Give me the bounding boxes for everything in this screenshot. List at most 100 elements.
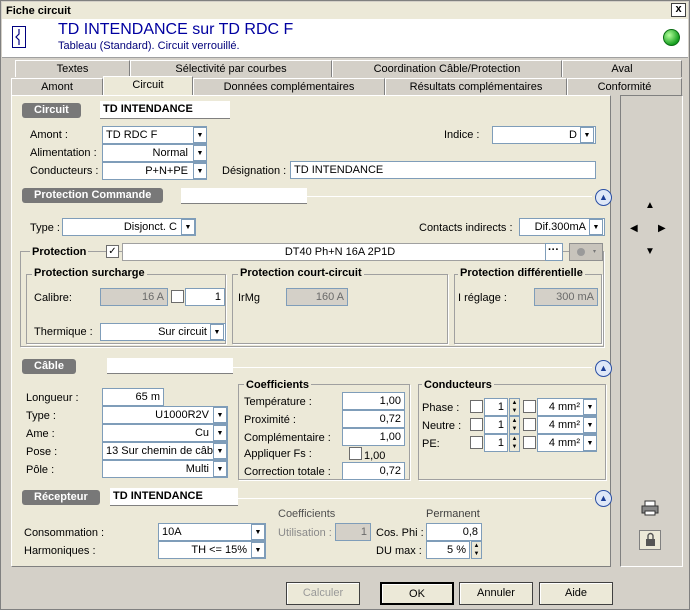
type-protection-select[interactable]: Disjonct. C bbox=[62, 218, 196, 236]
phase-checkbox[interactable] bbox=[470, 400, 483, 413]
chevron-down-icon[interactable]: ▼ bbox=[193, 145, 207, 161]
tab-donnees-complementaires[interactable]: Données complémentaires bbox=[193, 78, 385, 95]
chevron-down-icon[interactable]: ▼ bbox=[193, 127, 207, 143]
pe-checkbox[interactable] bbox=[470, 436, 483, 449]
ok-button[interactable]: OK bbox=[380, 582, 454, 605]
calibre-checkbox[interactable] bbox=[171, 290, 184, 303]
temperature-label: Température : bbox=[244, 396, 312, 408]
spinner-icon[interactable]: ▲ ▼ bbox=[509, 398, 520, 416]
cos-phi-input[interactable]: 0,8 bbox=[426, 523, 482, 541]
differentielle-group bbox=[454, 274, 602, 344]
neutre-section-checkbox[interactable] bbox=[523, 418, 536, 431]
alimentation-select[interactable]: Normal bbox=[102, 144, 207, 162]
chevron-down-icon[interactable]: ▼ bbox=[583, 417, 597, 433]
header: TD INTENDANCE sur TD RDC F Tableau (Stan… bbox=[2, 20, 688, 58]
indice-label: Indice : bbox=[444, 129, 480, 141]
collapse-up-icon[interactable]: ▲ bbox=[595, 490, 612, 507]
chevron-down-icon[interactable]: ▼ bbox=[213, 425, 227, 441]
protection-tool-icon[interactable] bbox=[569, 243, 603, 261]
spinner-icon[interactable]: ▲ ▼ bbox=[471, 541, 482, 559]
pe-section-checkbox[interactable] bbox=[523, 436, 536, 449]
protection-checkbox[interactable]: ✓ bbox=[106, 245, 119, 258]
amont-select[interactable]: TD RDC F bbox=[102, 126, 207, 144]
chevron-down-icon[interactable]: ▼ bbox=[181, 219, 195, 235]
collapse-up-icon[interactable]: ▲ bbox=[595, 360, 612, 377]
consommation-label: Consommation : bbox=[24, 527, 105, 539]
pose-select[interactable]: 13 Sur chemin de câb bbox=[102, 442, 228, 460]
arrow-right-icon[interactable]: ▶ bbox=[658, 223, 666, 234]
cable-field bbox=[107, 358, 233, 374]
phase-count[interactable]: 1 bbox=[484, 398, 508, 416]
chevron-down-icon[interactable]: ▼ bbox=[583, 399, 597, 415]
section-circuit: Circuit bbox=[22, 103, 81, 118]
arrow-up-icon[interactable]: ▲ bbox=[645, 200, 655, 211]
chevron-down-icon[interactable]: ▼ bbox=[251, 542, 265, 558]
arrow-down-icon[interactable]: ▼ bbox=[645, 246, 655, 257]
consommation-select[interactable]: 10A bbox=[158, 523, 266, 541]
aide-button[interactable]: Aide bbox=[539, 582, 613, 605]
complementaire-value[interactable]: 1,00 bbox=[342, 428, 405, 446]
pe-label: PE: bbox=[422, 438, 440, 450]
designation-input[interactable]: TD INTENDANCE bbox=[290, 161, 596, 179]
longueur-input[interactable]: 65 m bbox=[102, 388, 164, 406]
designation-label: Désignation : bbox=[222, 165, 287, 177]
lock-icon[interactable] bbox=[639, 530, 661, 550]
pose-label: Pose : bbox=[26, 446, 58, 458]
chevron-down-icon[interactable]: ▼ bbox=[213, 407, 227, 423]
tab-textes[interactable]: Textes bbox=[15, 60, 130, 77]
printer-icon[interactable] bbox=[641, 500, 659, 516]
more-options-button[interactable]: ··· bbox=[545, 243, 563, 261]
chevron-down-icon[interactable]: ▼ bbox=[213, 443, 227, 459]
spinner-icon[interactable]: ▲ ▼ bbox=[509, 434, 520, 452]
chevron-down-icon[interactable]: ▼ bbox=[580, 127, 594, 143]
neutre-checkbox[interactable] bbox=[470, 418, 483, 431]
utilisation-value: 1 bbox=[335, 523, 371, 541]
chevron-down-icon[interactable]: ▼ bbox=[589, 219, 603, 235]
circuit-panel: Circuit TD INTENDANCE Amont : TD RDC F ▼… bbox=[11, 95, 612, 567]
thermique-select[interactable]: Sur circuit bbox=[100, 323, 226, 341]
chevron-down-icon[interactable]: ▼ bbox=[193, 163, 207, 179]
tab-coordination[interactable]: Coordination Câble/Protection bbox=[332, 60, 562, 77]
header-subtitle: Tableau (Standard). Circuit verrouillé. bbox=[58, 40, 240, 52]
calibre-multiplier[interactable]: 1 bbox=[185, 288, 225, 306]
temperature-value[interactable]: 1,00 bbox=[342, 392, 405, 410]
conducteurs-select[interactable]: P+N+PE bbox=[102, 162, 207, 180]
thermique-label: Thermique : bbox=[34, 326, 93, 338]
pe-count[interactable]: 1 bbox=[484, 434, 508, 452]
annuler-button[interactable]: Annuler bbox=[459, 582, 533, 605]
court-circuit-title: Protection court-circuit bbox=[238, 267, 364, 279]
chevron-down-icon[interactable]: ▼ bbox=[210, 324, 224, 340]
arrow-left-icon[interactable]: ◀ bbox=[630, 223, 638, 234]
coefficients-title: Coefficients bbox=[244, 379, 311, 391]
neutre-count[interactable]: 1 bbox=[484, 416, 508, 434]
calculer-button[interactable]: Calculer bbox=[286, 582, 360, 605]
header-title: TD INTENDANCE sur TD RDC F bbox=[58, 21, 294, 38]
collapse-up-icon[interactable]: ▲ bbox=[595, 189, 612, 206]
tab-aval[interactable]: Aval bbox=[562, 60, 682, 77]
appliquer-fs-label: Appliquer Fs : bbox=[244, 448, 312, 460]
calibre-label: Calibre: bbox=[34, 292, 72, 304]
chevron-down-icon[interactable]: ▼ bbox=[251, 524, 265, 540]
tab-selectivite[interactable]: Sélectivité par courbes bbox=[130, 60, 332, 77]
protection-label: Protection bbox=[30, 246, 89, 258]
correction-totale-value: 0,72 bbox=[342, 462, 405, 480]
irmg-label: IrMg bbox=[238, 292, 260, 304]
appliquer-fs-checkbox[interactable] bbox=[349, 447, 362, 460]
tab-conformite[interactable]: Conformité bbox=[567, 78, 682, 95]
phase-section-checkbox[interactable] bbox=[523, 400, 536, 413]
chevron-down-icon[interactable]: ▼ bbox=[583, 435, 597, 451]
chevron-down-icon[interactable]: ▼ bbox=[213, 461, 227, 477]
tab-amont[interactable]: Amont bbox=[11, 78, 103, 95]
tab-circuit[interactable]: Circuit bbox=[103, 76, 193, 95]
pole-select[interactable]: Multi bbox=[102, 460, 228, 478]
amont-label: Amont : bbox=[30, 129, 68, 141]
tab-resultats-complementaires[interactable]: Résultats complémentaires bbox=[385, 78, 567, 95]
cable-type-select[interactable]: U1000R2V bbox=[102, 406, 228, 424]
close-button[interactable]: x bbox=[671, 3, 686, 17]
proximite-value[interactable]: 0,72 bbox=[342, 410, 405, 428]
ame-select[interactable]: Cu bbox=[102, 424, 228, 442]
du-max-input[interactable]: 5 % bbox=[426, 541, 470, 559]
harmoniques-select[interactable]: TH <= 15% bbox=[158, 541, 266, 559]
conducteurs-title: Conducteurs bbox=[422, 379, 494, 391]
spinner-icon[interactable]: ▲ ▼ bbox=[509, 416, 520, 434]
